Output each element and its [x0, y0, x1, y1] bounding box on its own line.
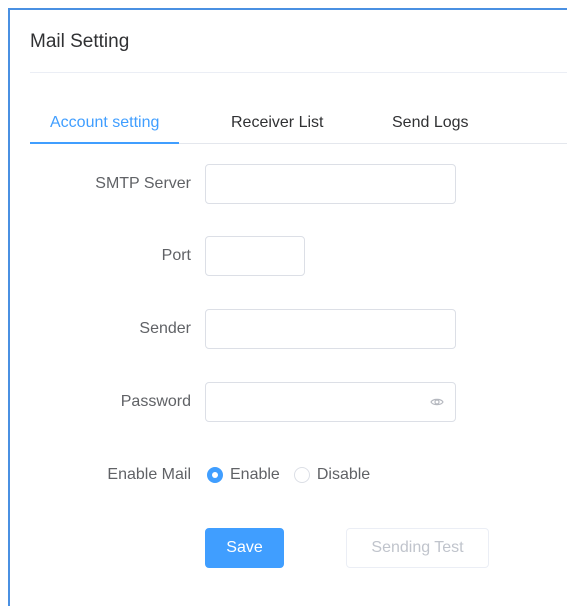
sending-test-button[interactable]: Sending Test — [346, 528, 489, 568]
tab-bar: Account setting Receiver List Send Logs — [30, 106, 567, 144]
sender-input[interactable] — [205, 309, 456, 349]
disable-radio[interactable]: Disable — [293, 466, 371, 484]
enable-mail-radio-group: Enable Disable — [207, 455, 384, 495]
port-row: Port — [10, 236, 567, 276]
sender-row: Sender — [10, 309, 567, 349]
password-input[interactable] — [205, 382, 456, 422]
password-row: Password — [10, 382, 567, 422]
smtp-server-input[interactable] — [205, 164, 456, 204]
mail-setting-panel: Mail Setting Account setting Receiver Li… — [8, 8, 567, 606]
eye-icon[interactable] — [430, 395, 444, 409]
active-tab-indicator — [30, 142, 179, 144]
smtp-server-label: SMTP Server — [95, 175, 191, 192]
smtp-server-row: SMTP Server — [10, 164, 567, 204]
enable-mail-label: Enable Mail — [107, 466, 191, 483]
enable-radio[interactable]: Enable — [207, 466, 280, 484]
enable-mail-row: Enable Mail Enable Disable — [10, 455, 567, 495]
tab-send-logs[interactable]: Send Logs — [392, 114, 469, 132]
password-label: Password — [120, 393, 191, 410]
port-input[interactable] — [205, 236, 305, 276]
enable-radio-dot[interactable] — [207, 467, 223, 483]
sender-label: Sender — [139, 320, 191, 337]
tab-account-setting[interactable]: Account setting — [50, 114, 159, 132]
tab-receiver-list[interactable]: Receiver List — [231, 114, 323, 132]
disable-radio-label: Disable — [316, 466, 371, 483]
title-divider — [30, 72, 567, 73]
port-label: Port — [161, 247, 191, 264]
disable-radio-dot[interactable] — [293, 467, 310, 483]
page-title: Mail Setting — [30, 31, 130, 52]
save-button[interactable]: Save — [205, 528, 284, 568]
enable-radio-label: Enable — [230, 466, 280, 483]
